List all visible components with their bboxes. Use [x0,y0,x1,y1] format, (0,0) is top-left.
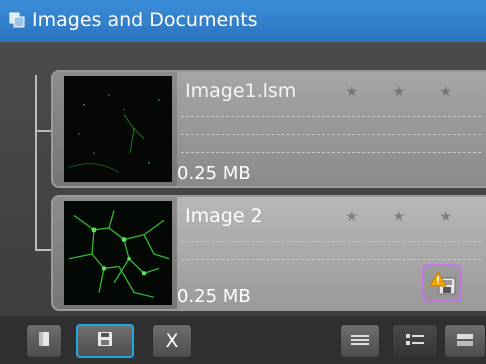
unsaved-warning-indicator[interactable] [422,264,462,302]
list-view-icon [351,332,369,351]
item-size: 0.25 MB [177,286,251,307]
document-item-image2[interactable]: Image 2 ★ ★ ★ 0.25 MB [51,195,486,311]
window-title: Images and Documents [32,9,258,31]
item-name: Image1.lsm [185,80,297,102]
divider [181,134,481,135]
document-item-image1[interactable]: Image1.lsm ★ ★ ★ 0.25 MB [51,70,486,188]
title-bar: Images and Documents [0,0,486,42]
divider [181,259,481,260]
new-document-icon [37,331,51,351]
image-thumbnail [64,201,172,305]
images-documents-icon [9,12,25,28]
save-disk-icon [97,331,113,351]
image-thumbnail [64,76,172,182]
divider [181,116,481,117]
new-document-button[interactable] [26,324,62,358]
detail-view-button[interactable] [392,324,438,358]
divider [181,241,481,242]
item-name: Image 2 [185,205,263,227]
close-document-button[interactable]: X [152,324,192,358]
gallery-view-icon [456,332,474,351]
item-size: 0.25 MB [177,163,251,184]
gallery-view-button[interactable] [444,324,486,358]
save-button[interactable] [76,324,134,358]
detail-view-icon [406,332,424,351]
list-view-button[interactable] [340,324,380,358]
bottom-toolbar: X [0,316,486,364]
divider [181,152,481,153]
rating-stars[interactable]: ★ ★ ★ [345,209,467,225]
tree-connector [35,75,37,251]
rating-stars[interactable]: ★ ★ ★ [345,84,467,100]
